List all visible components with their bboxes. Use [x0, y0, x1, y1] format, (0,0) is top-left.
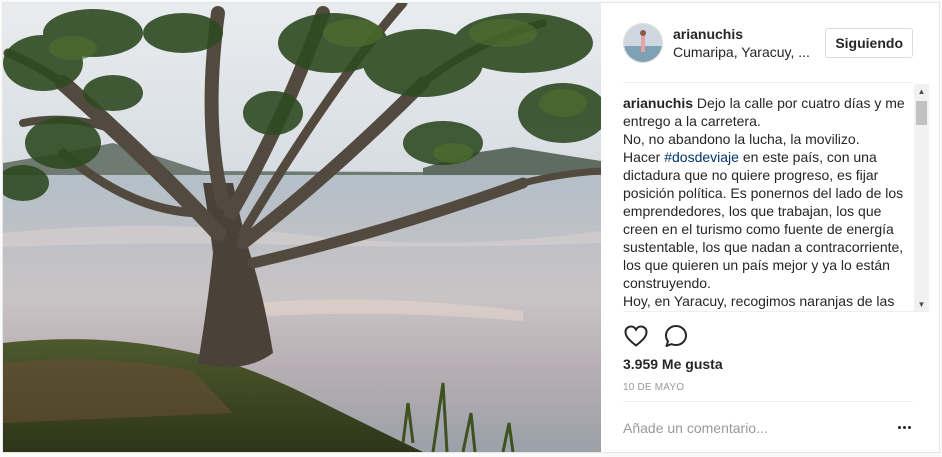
- post-date[interactable]: 10 DE MAYO: [623, 381, 684, 395]
- caption-area: arianuchis Dejo la calle por cuatro días…: [623, 84, 929, 312]
- caption-line-2: No, no abandono la lucha, la movilizo.: [623, 131, 860, 147]
- caption-line-3-before: Hacer: [623, 149, 665, 165]
- likes-count[interactable]: 3.959 Me gusta: [623, 355, 723, 373]
- avatar[interactable]: [623, 22, 663, 63]
- user-block: arianuchis Cumaripa, Yaracuy, ...: [673, 25, 825, 61]
- scroll-up-arrow-icon[interactable]: ▲: [914, 84, 929, 99]
- scroll-down-arrow-icon[interactable]: ▼: [914, 297, 929, 311]
- comment-row: [623, 401, 913, 453]
- caption-scrollbar[interactable]: ▲ ▼: [914, 84, 929, 311]
- following-button[interactable]: Siguiendo: [825, 27, 913, 58]
- avatar-image: [624, 23, 662, 62]
- heart-icon[interactable]: [623, 323, 649, 349]
- post-photo[interactable]: [3, 3, 601, 452]
- caption-line-3-after: en este país, con una dictadura que no q…: [623, 149, 904, 291]
- post-details-panel: arianuchis Cumaripa, Yaracuy, ... Siguie…: [601, 3, 939, 452]
- header-username[interactable]: arianuchis: [673, 25, 825, 43]
- instagram-post: arianuchis Cumaripa, Yaracuy, ... Siguie…: [2, 2, 940, 453]
- hashtag-link[interactable]: #dosdeviaje: [664, 149, 739, 165]
- lakeside-tree-image: [3, 3, 601, 452]
- comment-input[interactable]: [623, 419, 895, 436]
- caption-text: arianuchis Dejo la calle por cuatro días…: [623, 94, 905, 310]
- action-bar: [623, 319, 703, 353]
- caption-username[interactable]: arianuchis: [623, 95, 693, 111]
- caption-line-4: Hoy, en Yaracuy, recogimos naranjas de l…: [623, 293, 895, 309]
- scroll-thumb[interactable]: [916, 101, 927, 125]
- comment-bubble-icon[interactable]: [663, 323, 689, 349]
- more-options-icon[interactable]: [895, 419, 913, 437]
- post-header: arianuchis Cumaripa, Yaracuy, ... Siguie…: [623, 3, 913, 83]
- header-location[interactable]: Cumaripa, Yaracuy, ...: [673, 43, 825, 61]
